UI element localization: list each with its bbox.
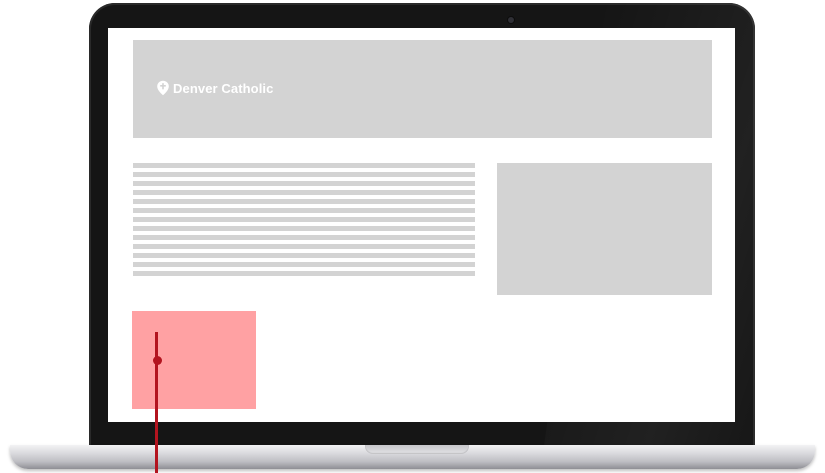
text-line-placeholder bbox=[133, 262, 475, 267]
highlighted-ad-block[interactable] bbox=[132, 311, 256, 409]
laptop-base bbox=[10, 445, 815, 469]
callout-pointer-line bbox=[155, 332, 158, 473]
text-line-placeholder bbox=[133, 163, 475, 168]
location-pin-cross-icon bbox=[157, 80, 169, 96]
text-line-placeholder bbox=[133, 190, 475, 195]
text-line-placeholder bbox=[133, 208, 475, 213]
trackpad-notch bbox=[365, 445, 469, 454]
text-line-placeholder bbox=[133, 244, 475, 249]
text-line-placeholder bbox=[133, 235, 475, 240]
brand-logo[interactable]: Denver Catholic bbox=[156, 80, 273, 96]
laptop-mockup: Denver Catholic bbox=[0, 0, 825, 473]
sidebar-image-placeholder bbox=[497, 163, 712, 295]
hero-banner: Denver Catholic bbox=[133, 40, 712, 138]
text-line-placeholder bbox=[133, 172, 475, 177]
text-line-placeholder bbox=[133, 217, 475, 222]
article-text-placeholder bbox=[133, 163, 475, 293]
text-line-placeholder bbox=[133, 226, 475, 231]
laptop-screen: Denver Catholic bbox=[108, 28, 735, 422]
text-line-placeholder bbox=[133, 253, 475, 258]
camera-icon bbox=[508, 17, 514, 23]
text-line-placeholder bbox=[133, 181, 475, 186]
text-line-placeholder bbox=[133, 199, 475, 204]
text-line-placeholder bbox=[133, 271, 475, 276]
brand-name: Denver Catholic bbox=[173, 80, 274, 96]
